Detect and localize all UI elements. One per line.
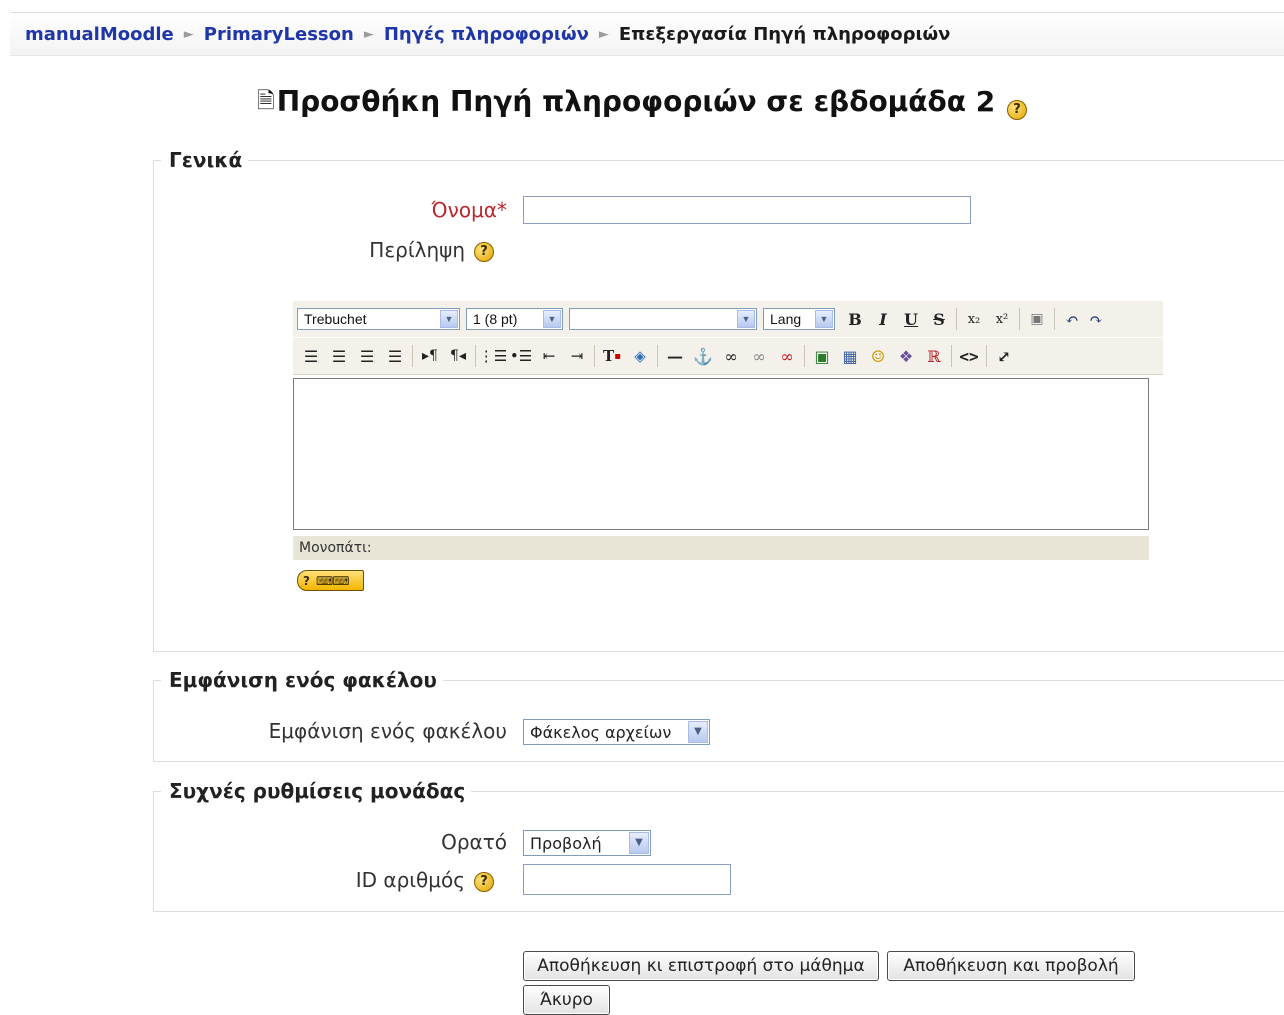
page-title-text: Προσθήκη Πηγή πληροφοριών σε εβδομάδα 2	[276, 85, 996, 118]
chevron-down-icon: ▼	[629, 832, 649, 854]
anchor-icon[interactable]: ⚓	[689, 342, 717, 370]
breadcrumb-current: Επεξεργασία Πηγή πληροφοριών	[618, 23, 951, 45]
toolbar-separator	[986, 345, 987, 367]
breadcrumb-separator: ►	[183, 26, 194, 42]
paste-word-icon[interactable]: ▣	[1023, 305, 1051, 333]
breadcrumb: manualMoodle ► PrimaryLesson ► Πηγές πλη…	[10, 12, 1284, 56]
toolbar-separator	[475, 345, 476, 367]
image-icon[interactable]: ▣	[808, 342, 836, 370]
save-return-button[interactable]: Αποθήκευση κι επιστροφή στο μάθημα	[523, 951, 879, 981]
keyboard-help-button[interactable]: ? ⌨⌨	[297, 570, 364, 591]
indent-icon[interactable]: ⇥	[563, 342, 591, 370]
id-number-label: ID αριθμός	[355, 868, 465, 892]
align-center-icon[interactable]: ☰	[325, 342, 353, 370]
underline-icon[interactable]: U	[897, 305, 925, 333]
chevron-down-icon: ▼	[737, 310, 755, 328]
background-color-icon[interactable]: ◈	[626, 342, 654, 370]
ltr-icon[interactable]: ▸¶	[416, 342, 444, 370]
help-icon[interactable]: ?	[1006, 100, 1027, 120]
outdent-icon[interactable]: ⇤	[535, 342, 563, 370]
name-label: Όνομα*	[431, 198, 507, 222]
keyboard-icon: ⌨⌨	[315, 573, 350, 588]
unlink-icon[interactable]: ∞	[745, 342, 773, 370]
section-folder-legend[interactable]: Εμφάνιση ενός φακέλου	[161, 668, 443, 692]
link-icon[interactable]: ∞	[717, 342, 745, 370]
align-right-icon[interactable]: ☰	[353, 342, 381, 370]
toolbar-separator	[412, 345, 413, 367]
table-icon[interactable]: ▦	[836, 342, 864, 370]
toolbar-separator	[804, 345, 805, 367]
horizontal-rule-icon[interactable]: —	[661, 342, 689, 370]
breadcrumb-separator: ►	[598, 26, 609, 42]
help-icon: ?	[303, 573, 310, 588]
rtl-icon[interactable]: ¶◂	[444, 342, 472, 370]
editor-toolbar-top: Trebuchet ▼ 1 (8 pt) ▼ ▼ Lang ▼ B I U S …	[293, 301, 1163, 337]
breadcrumb-link-resources[interactable]: Πηγές πληροφοριών	[384, 24, 589, 45]
chevron-down-icon: ▼	[440, 310, 458, 328]
editor-path-label: Μονοπάτι:	[299, 540, 372, 556]
visible-label: Ορατό	[441, 830, 507, 854]
search-replace-icon[interactable]: ℝ	[920, 342, 948, 370]
toolbar-separator	[594, 345, 595, 367]
toolbar-separator	[1019, 308, 1020, 330]
italic-icon[interactable]: I	[869, 305, 897, 333]
chevron-down-icon: ▼	[815, 310, 833, 328]
breadcrumb-link-course[interactable]: manualMoodle	[25, 24, 174, 45]
breadcrumb-separator: ►	[363, 26, 374, 42]
folder-label: Εμφάνιση ενός φακέλου	[268, 719, 507, 743]
section-common-legend[interactable]: Συχνές ρυθμίσεις μονάδας	[161, 779, 471, 803]
align-left-icon[interactable]: ☰	[297, 342, 325, 370]
redo-icon[interactable]: ↷	[1086, 305, 1106, 333]
chevron-down-icon: ▼	[543, 310, 561, 328]
page-title: 🗎Προσθήκη Πηγή πληροφοριών σε εβδομάδα 2…	[0, 84, 1284, 122]
superscript-icon[interactable]: x²	[988, 305, 1016, 333]
ordered-list-icon[interactable]: ⋮☰	[479, 342, 507, 370]
toolbar-separator	[951, 345, 952, 367]
editor-toolbar-bottom: ☰ ☰ ☰ ☰ ▸¶ ¶◂ ⋮☰ •☰ ⇤ ⇥ T ▪ ◈ — ⚓ ∞ ∞ ∞ ▣…	[293, 338, 1163, 375]
id-number-help-icon[interactable]: ?	[474, 872, 494, 892]
save-display-button[interactable]: Αποθήκευση και προβολή	[887, 951, 1135, 981]
summary-help-icon[interactable]: ?	[474, 242, 494, 262]
undo-icon[interactable]: ↶	[1058, 305, 1086, 333]
breadcrumb-link-lesson[interactable]: PrimaryLesson	[204, 24, 354, 45]
unordered-list-icon[interactable]: •☰	[507, 342, 535, 370]
folder-select[interactable]: Φάκελος αρχείων ▼	[523, 719, 710, 745]
toolbar-separator	[1054, 308, 1055, 330]
toolbar-separator	[956, 308, 957, 330]
lang-select[interactable]: Lang ▼	[763, 308, 835, 330]
toolbar-separator	[657, 345, 658, 367]
smiley-icon[interactable]: ☺	[864, 342, 892, 370]
summary-label: Περίληψη	[369, 238, 465, 262]
subscript-icon[interactable]: x₂	[960, 305, 988, 333]
font-family-select[interactable]: Trebuchet ▼	[297, 308, 460, 330]
summary-editor[interactable]	[293, 378, 1149, 530]
text-color-icon[interactable]: T ▪	[598, 342, 626, 370]
visible-select-value: Προβολή	[530, 833, 602, 853]
id-number-input[interactable]	[523, 864, 731, 895]
chevron-down-icon: ▼	[688, 721, 708, 743]
font-size-select[interactable]: 1 (8 pt) ▼	[466, 308, 563, 330]
visible-select[interactable]: Προβολή ▼	[523, 830, 651, 856]
editor-path-bar: Μονοπάτι:	[293, 536, 1149, 560]
nolink-icon[interactable]: ∞	[773, 342, 801, 370]
fullscreen-icon[interactable]: ⤢	[990, 342, 1018, 370]
html-source-icon[interactable]: <>	[955, 342, 983, 370]
section-general-legend[interactable]: Γενικά	[161, 148, 248, 172]
strikethrough-icon[interactable]: S	[925, 305, 953, 333]
heading-select[interactable]: ▼	[569, 308, 757, 330]
lang-value: Lang	[770, 311, 802, 327]
justify-icon[interactable]: ☰	[381, 342, 409, 370]
special-char-icon[interactable]: ❖	[892, 342, 920, 370]
section-folder: Εμφάνιση ενός φακέλου	[153, 668, 1284, 762]
font-family-value: Trebuchet	[304, 311, 367, 327]
name-input[interactable]	[523, 196, 971, 224]
document-icon: 🗎	[257, 89, 275, 114]
font-size-value: 1 (8 pt)	[473, 311, 518, 327]
folder-select-value: Φάκελος αρχείων	[530, 722, 672, 742]
bold-icon[interactable]: B	[841, 305, 869, 333]
cancel-button[interactable]: Άκυρο	[523, 985, 610, 1015]
